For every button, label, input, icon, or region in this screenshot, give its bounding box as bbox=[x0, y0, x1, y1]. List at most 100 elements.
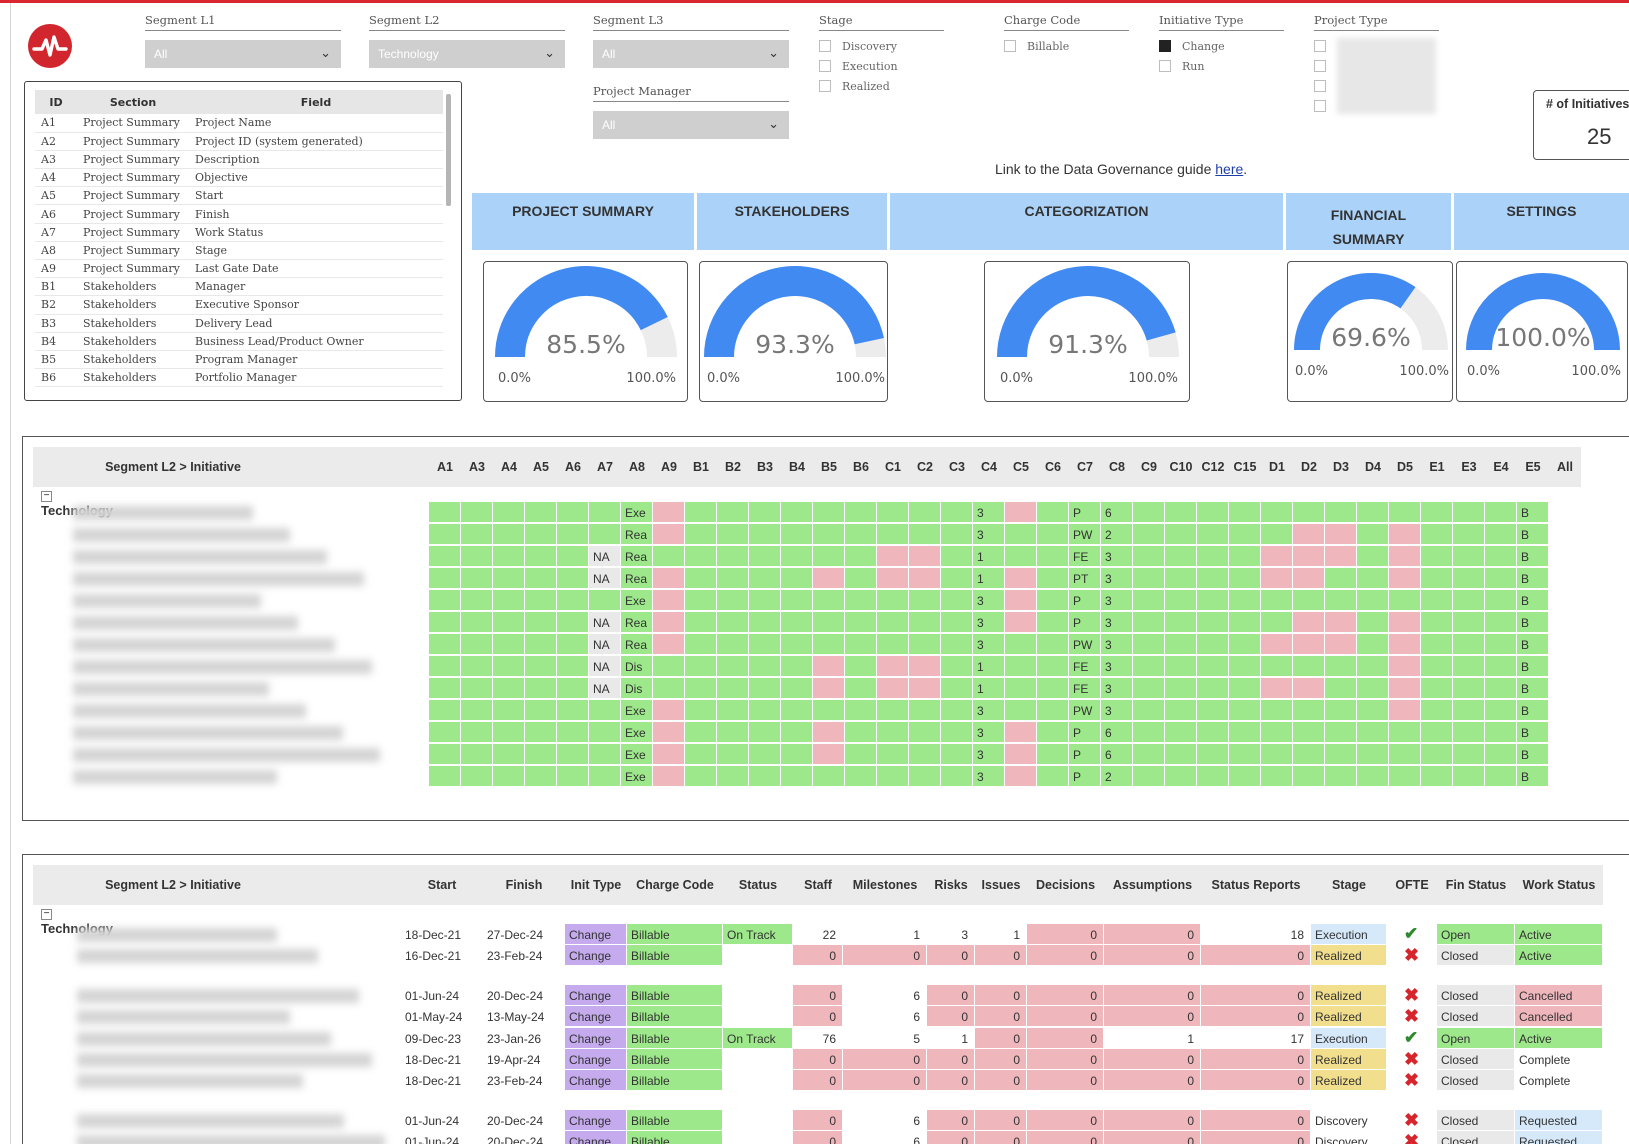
section-settings[interactable]: SETTINGS bbox=[1454, 193, 1629, 250]
matrix-cell bbox=[589, 700, 621, 721]
checkbox[interactable] bbox=[819, 80, 831, 92]
initiative-type-option-run[interactable]: Run bbox=[1159, 56, 1284, 76]
matrix-cell bbox=[941, 612, 973, 633]
governance-link[interactable]: here bbox=[1215, 161, 1243, 177]
matrix-cell: PW bbox=[1069, 524, 1101, 545]
charge-code-option-billable[interactable]: Billable bbox=[1004, 36, 1129, 56]
redacted-initiative-name bbox=[73, 682, 269, 696]
matrix-cell: NA bbox=[589, 612, 621, 633]
matrix-cell bbox=[717, 678, 749, 699]
detail-cell-reports: 0 bbox=[1201, 945, 1311, 966]
detail-cell-assumptions: 0 bbox=[1104, 1006, 1201, 1027]
matrix-cell bbox=[717, 590, 749, 611]
stage-option-realized[interactable]: Realized bbox=[819, 76, 944, 96]
collapse-icon[interactable]: − bbox=[41, 909, 52, 921]
matrix-cell bbox=[1133, 766, 1165, 787]
segment-l3-dropdown[interactable]: All ⌄ bbox=[593, 40, 789, 68]
matrix-cell: B bbox=[1517, 502, 1549, 523]
matrix-cell: NA bbox=[589, 656, 621, 677]
section-financial-summary[interactable]: FINANCIAL SUMMARY bbox=[1286, 193, 1451, 250]
section-project-summary[interactable]: PROJECT SUMMARY bbox=[472, 193, 694, 250]
detail-column-header: Work Status bbox=[1522, 878, 1596, 892]
detail-cell-charge: Billable bbox=[627, 1028, 723, 1049]
detail-cell-charge: Billable bbox=[627, 945, 723, 966]
checkbox[interactable] bbox=[1314, 100, 1326, 112]
matrix-cell bbox=[1357, 766, 1389, 787]
matrix-cell bbox=[813, 678, 845, 699]
matrix-cell: 6 bbox=[1101, 744, 1133, 765]
initiative-type-option-change[interactable]: Change bbox=[1159, 36, 1284, 56]
matrix-cell bbox=[1261, 568, 1293, 589]
matrix-cell bbox=[493, 656, 525, 677]
matrix-cell bbox=[717, 766, 749, 787]
matrix-cell bbox=[1197, 744, 1229, 765]
matrix-cell bbox=[845, 634, 877, 655]
collapse-icon[interactable]: − bbox=[41, 491, 52, 503]
checkbox[interactable] bbox=[1314, 60, 1326, 72]
matrix-cell bbox=[845, 568, 877, 589]
matrix-cell bbox=[1453, 568, 1485, 589]
detail-row: 01-Jun-24 20-Dec-24 Change Billable 0 6 0 0 0 0 0 R… bbox=[33, 985, 1603, 1006]
legend-field: Description bbox=[189, 150, 443, 170]
checkbox[interactable] bbox=[1314, 80, 1326, 92]
matrix-column-header: B1 bbox=[693, 460, 709, 474]
segment-l2-dropdown[interactable]: Technology ⌄ bbox=[369, 40, 565, 68]
section-categorization[interactable]: CATEGORIZATION bbox=[890, 193, 1283, 250]
matrix-cell bbox=[877, 634, 909, 655]
matrix-cell: P bbox=[1069, 590, 1101, 611]
legend-row: A5 Project Summary Start bbox=[35, 186, 443, 206]
matrix-cell bbox=[1229, 568, 1261, 589]
segment-l1-dropdown[interactable]: All ⌄ bbox=[145, 40, 341, 68]
detail-cell-ofte: ✖ bbox=[1387, 1131, 1437, 1144]
detail-cell-finish: 23-Feb-24 bbox=[483, 945, 565, 966]
matrix-cell: B bbox=[1517, 744, 1549, 765]
matrix-cell bbox=[1293, 656, 1325, 677]
matrix-cell bbox=[525, 766, 557, 787]
detail-cell-staff: 0 bbox=[793, 985, 843, 1006]
checkbox-checked[interactable] bbox=[1159, 40, 1171, 52]
matrix-cell bbox=[1453, 766, 1485, 787]
segment-l2-value: Technology bbox=[378, 47, 439, 61]
matrix-cell bbox=[525, 568, 557, 589]
gauge-value: 100.0% bbox=[1495, 323, 1590, 352]
detail-cell-work: Complete bbox=[1515, 1070, 1603, 1091]
detail-cell-fin: Closed bbox=[1437, 1070, 1515, 1091]
legend-scrollbar[interactable] bbox=[446, 94, 451, 206]
matrix-cell bbox=[1261, 612, 1293, 633]
detail-column-header: Fin Status bbox=[1445, 878, 1507, 892]
checkbox[interactable] bbox=[1314, 40, 1326, 52]
section-stakeholders[interactable]: STAKEHOLDERS bbox=[697, 193, 887, 250]
matrix-row: NA Rea 3 P 3 B bbox=[33, 612, 1581, 633]
matrix-cell: B bbox=[1517, 612, 1549, 633]
stage-option-discovery[interactable]: Discovery bbox=[819, 36, 944, 56]
redacted-initiative-name bbox=[77, 1074, 303, 1088]
matrix-column-header: B3 bbox=[757, 460, 773, 474]
matrix-cell bbox=[1261, 722, 1293, 743]
checkbox[interactable] bbox=[1004, 40, 1016, 52]
project-manager-dropdown[interactable]: All ⌄ bbox=[593, 111, 789, 139]
matrix-column-header: C9 bbox=[1141, 460, 1157, 474]
initiative-type-title: Initiative Type bbox=[1159, 13, 1284, 31]
matrix-cell bbox=[1357, 590, 1389, 611]
stage-option-execution[interactable]: Execution bbox=[819, 56, 944, 76]
heartbeat-logo-icon bbox=[28, 24, 72, 68]
matrix-cell bbox=[525, 634, 557, 655]
initiative-detail-panel: Segment L2 > Initiative Start Finish Init T… bbox=[22, 854, 1629, 1144]
gauge-min-label: 0.0% bbox=[1467, 364, 1500, 379]
legend-id: A7 bbox=[35, 223, 77, 242]
matrix-cell bbox=[749, 590, 781, 611]
governance-note: Link to the Data Governance guide here. bbox=[995, 161, 1247, 177]
checkbox[interactable] bbox=[819, 60, 831, 72]
legend-id: B2 bbox=[35, 295, 77, 315]
checkbox[interactable] bbox=[819, 40, 831, 52]
matrix-cell bbox=[1197, 634, 1229, 655]
x-mark-icon: ✖ bbox=[1404, 1110, 1420, 1130]
matrix-cell bbox=[941, 678, 973, 699]
matrix-cell: FE bbox=[1069, 546, 1101, 567]
matrix-cell bbox=[493, 766, 525, 787]
stage-option-label: Realized bbox=[842, 79, 890, 93]
checkbox[interactable] bbox=[1159, 60, 1171, 72]
matrix-column-header: C15 bbox=[1233, 460, 1257, 474]
matrix-cell bbox=[877, 568, 909, 589]
detail-cell-milestones: 1 bbox=[843, 924, 927, 945]
